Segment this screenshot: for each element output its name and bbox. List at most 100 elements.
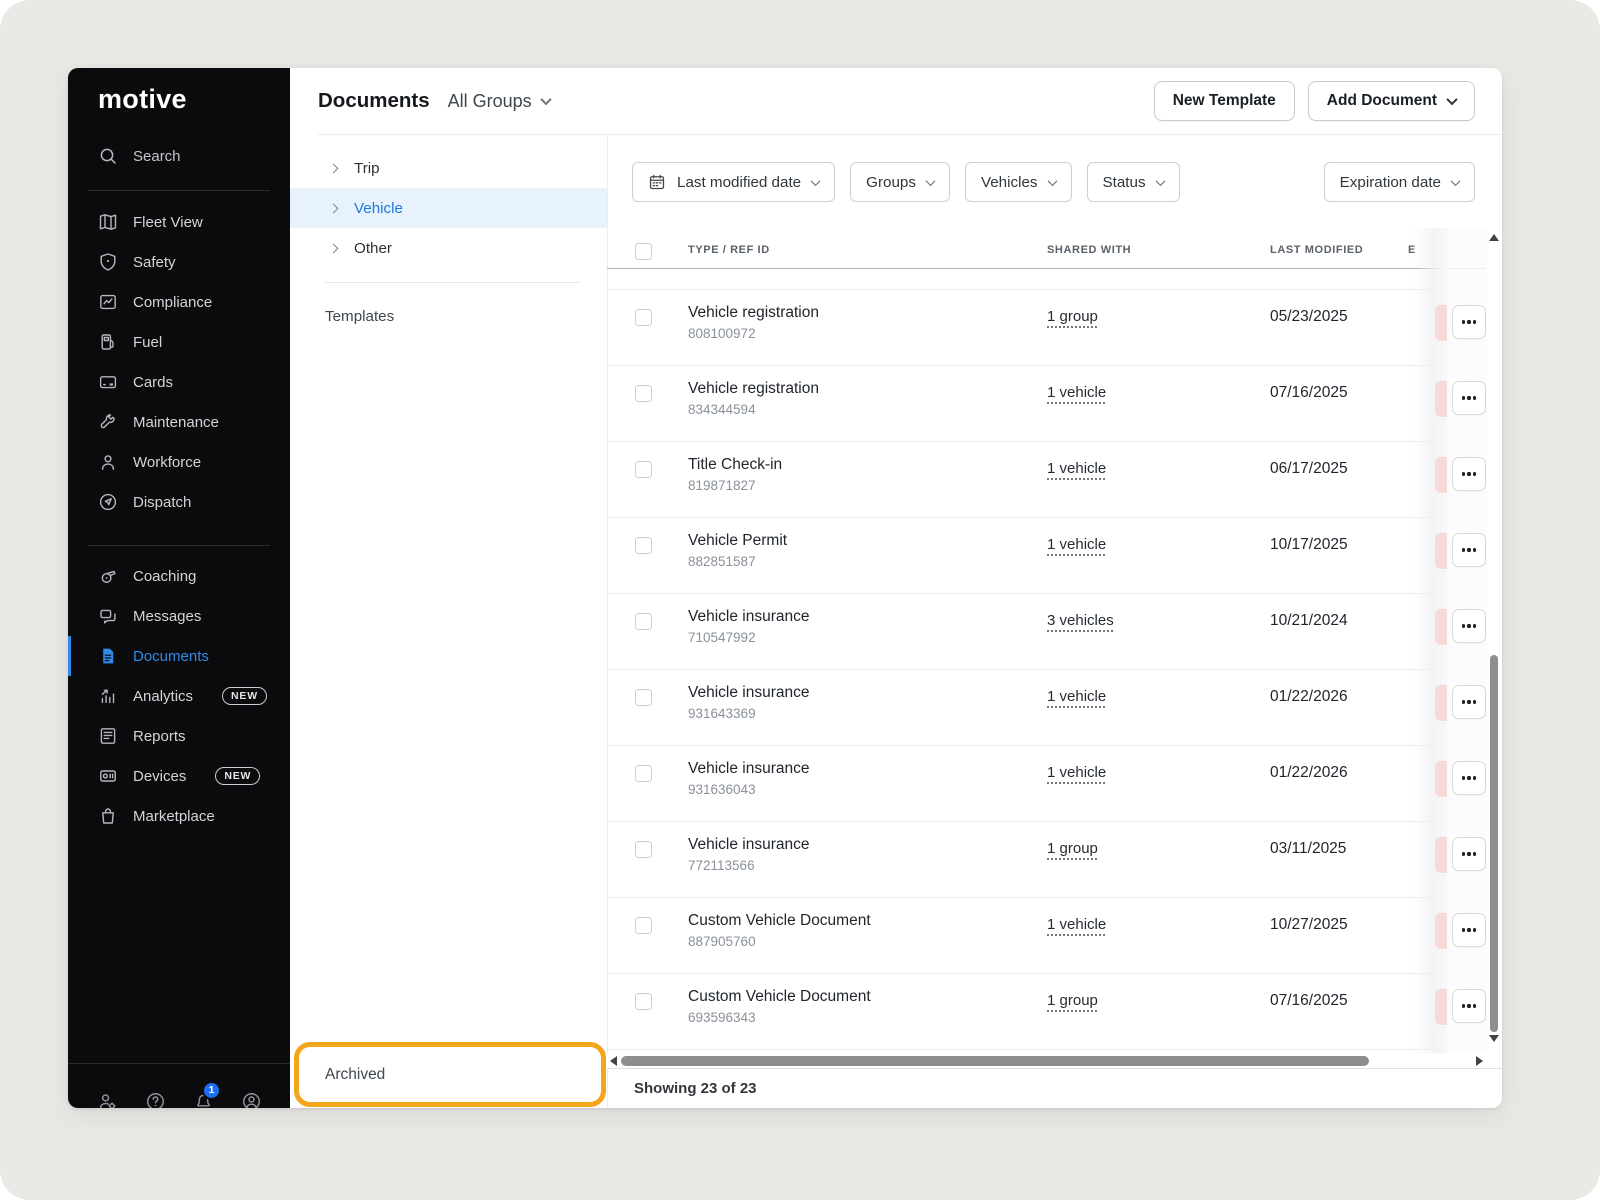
help-button[interactable] (145, 1091, 166, 1109)
row-actions-button[interactable] (1452, 761, 1486, 795)
row-checkbox[interactable] (635, 993, 652, 1010)
shared-with-link[interactable]: 1 vehicle (1047, 688, 1106, 705)
sidebar-footer: 1 (68, 1078, 290, 1108)
table-row-partial (607, 269, 1502, 290)
templates-link[interactable]: Templates (325, 308, 394, 325)
table-row[interactable]: Vehicle Permit882851587 1 vehicle 10/17/… (607, 518, 1502, 594)
shared-with-link[interactable]: 1 vehicle (1047, 384, 1106, 401)
admin-settings-button[interactable] (97, 1091, 118, 1109)
scroll-down-arrow[interactable] (1489, 1035, 1499, 1042)
shared-with-link[interactable]: 1 vehicle (1047, 916, 1106, 933)
row-actions-button[interactable] (1452, 533, 1486, 567)
filter-last-modified-date[interactable]: Last modified date (632, 162, 835, 202)
shared-with-link[interactable]: 1 group (1047, 308, 1098, 325)
sidebar-item-devices[interactable]: Devices NEW (68, 756, 290, 796)
table-row[interactable]: Vehicle registration808100972 1 group 05… (607, 290, 1502, 366)
row-actions-button[interactable] (1452, 837, 1486, 871)
help-icon (145, 1091, 166, 1109)
sidebar-item-coaching[interactable]: Coaching (68, 556, 290, 596)
row-actions-button[interactable] (1452, 305, 1486, 339)
new-template-button[interactable]: New Template (1154, 81, 1295, 121)
scroll-up-arrow[interactable] (1489, 234, 1499, 241)
table-row[interactable]: Vehicle insurance710547992 3 vehicles 10… (607, 594, 1502, 670)
sidebar-item-maintenance[interactable]: Maintenance (68, 402, 290, 442)
doc-ref-id: 693596343 (688, 1010, 871, 1025)
sidebar-item-documents[interactable]: Documents (68, 636, 290, 676)
sidebar-item-marketplace[interactable]: Marketplace (68, 796, 290, 836)
shared-with-link[interactable]: 1 vehicle (1047, 460, 1106, 477)
table-row[interactable]: Title Check-in819871827 1 vehicle 06/17/… (607, 442, 1502, 518)
shared-with-link[interactable]: 1 vehicle (1047, 764, 1106, 781)
add-document-button[interactable]: Add Document (1308, 81, 1475, 121)
sidebar-item-reports[interactable]: Reports (68, 716, 290, 756)
row-checkbox[interactable] (635, 385, 652, 402)
shared-with-link[interactable]: 1 group (1047, 992, 1098, 1009)
row-checkbox[interactable] (635, 613, 652, 630)
vertical-scrollbar-thumb[interactable] (1490, 655, 1498, 1032)
sidebar-item-compliance[interactable]: Compliance (68, 282, 290, 322)
horizontal-scrollbar-thumb[interactable] (621, 1056, 1369, 1066)
motive-logo: motive (98, 84, 187, 115)
horizontal-scrollbar[interactable] (607, 1053, 1487, 1068)
account-button[interactable] (241, 1091, 262, 1109)
table-row[interactable]: Vehicle insurance931643369 1 vehicle 01/… (607, 670, 1502, 746)
notifications-button[interactable]: 1 (193, 1091, 214, 1109)
row-actions-button[interactable] (1452, 685, 1486, 719)
chevron-down-icon (540, 94, 551, 105)
shared-with-link[interactable]: 3 vehicles (1047, 612, 1114, 629)
filter-vehicles[interactable]: Vehicles (965, 162, 1072, 202)
expiration-status-flag (1435, 609, 1447, 645)
table-row[interactable]: Vehicle insurance931636043 1 vehicle 01/… (607, 746, 1502, 822)
shared-with-link[interactable]: 1 group (1047, 840, 1098, 857)
sidebar-item-safety[interactable]: Safety (68, 242, 290, 282)
shared-with-link[interactable]: 1 vehicle (1047, 536, 1106, 553)
row-actions-button[interactable] (1452, 381, 1486, 415)
doc-type-trip[interactable]: Trip (290, 148, 607, 188)
sidebar-divider (88, 545, 270, 546)
filter-expiration-date[interactable]: Expiration date (1324, 162, 1475, 202)
sidebar-item-fleet-view[interactable]: Fleet View (68, 202, 290, 242)
table-row[interactable]: Custom Vehicle Document887905760 1 vehic… (607, 898, 1502, 974)
group-selector[interactable]: All Groups (448, 91, 550, 112)
archived-link[interactable]: Archived (325, 1066, 385, 1084)
sidebar-item-dispatch[interactable]: Dispatch (68, 482, 290, 522)
row-checkbox[interactable] (635, 841, 652, 858)
row-checkbox[interactable] (635, 309, 652, 326)
filter-status[interactable]: Status (1087, 162, 1180, 202)
row-checkbox[interactable] (635, 461, 652, 478)
sidebar-footer-divider (68, 1063, 290, 1064)
expiration-status-flag (1435, 381, 1447, 417)
sidebar-item-fuel[interactable]: Fuel (68, 322, 290, 362)
last-modified-date: 01/22/2026 (1270, 764, 1348, 782)
row-actions-button[interactable] (1452, 913, 1486, 947)
sidebar-item-label: Analytics (133, 688, 193, 705)
sidebar-primary-nav: Fleet View Safety Compliance Fuel Cards (68, 202, 290, 522)
row-checkbox[interactable] (635, 537, 652, 554)
row-checkbox[interactable] (635, 917, 652, 934)
select-all-checkbox[interactable] (635, 243, 652, 260)
doc-type-other[interactable]: Other (290, 228, 607, 268)
expiration-status-flag (1435, 685, 1447, 721)
row-actions-button[interactable] (1452, 989, 1486, 1023)
scroll-right-arrow[interactable] (1476, 1056, 1483, 1066)
row-checkbox[interactable] (635, 689, 652, 706)
doc-type-vehicle[interactable]: Vehicle (290, 188, 607, 228)
row-actions-slot (1447, 594, 1487, 670)
sidebar-item-workforce[interactable]: Workforce (68, 442, 290, 482)
filter-groups[interactable]: Groups (850, 162, 950, 202)
table-row[interactable]: Custom Vehicle Document693596343 1 group… (607, 974, 1502, 1050)
sidebar-item-label: Documents (133, 648, 209, 665)
sidebar-item-messages[interactable]: Messages (68, 596, 290, 636)
scroll-left-arrow[interactable] (610, 1056, 617, 1066)
sidebar-search[interactable]: Search (68, 136, 290, 176)
chat-icon (98, 606, 118, 626)
row-actions-button[interactable] (1452, 609, 1486, 643)
table-row[interactable]: Vehicle registration834344594 1 vehicle … (607, 366, 1502, 442)
sidebar-item-analytics[interactable]: Analytics NEW (68, 676, 290, 716)
row-actions-button[interactable] (1452, 457, 1486, 491)
table-row[interactable]: Vehicle insurance772113566 1 group 03/11… (607, 822, 1502, 898)
filter-label: Expiration date (1340, 174, 1441, 191)
filter-label: Status (1103, 174, 1146, 191)
sidebar-item-cards[interactable]: Cards (68, 362, 290, 402)
row-checkbox[interactable] (635, 765, 652, 782)
